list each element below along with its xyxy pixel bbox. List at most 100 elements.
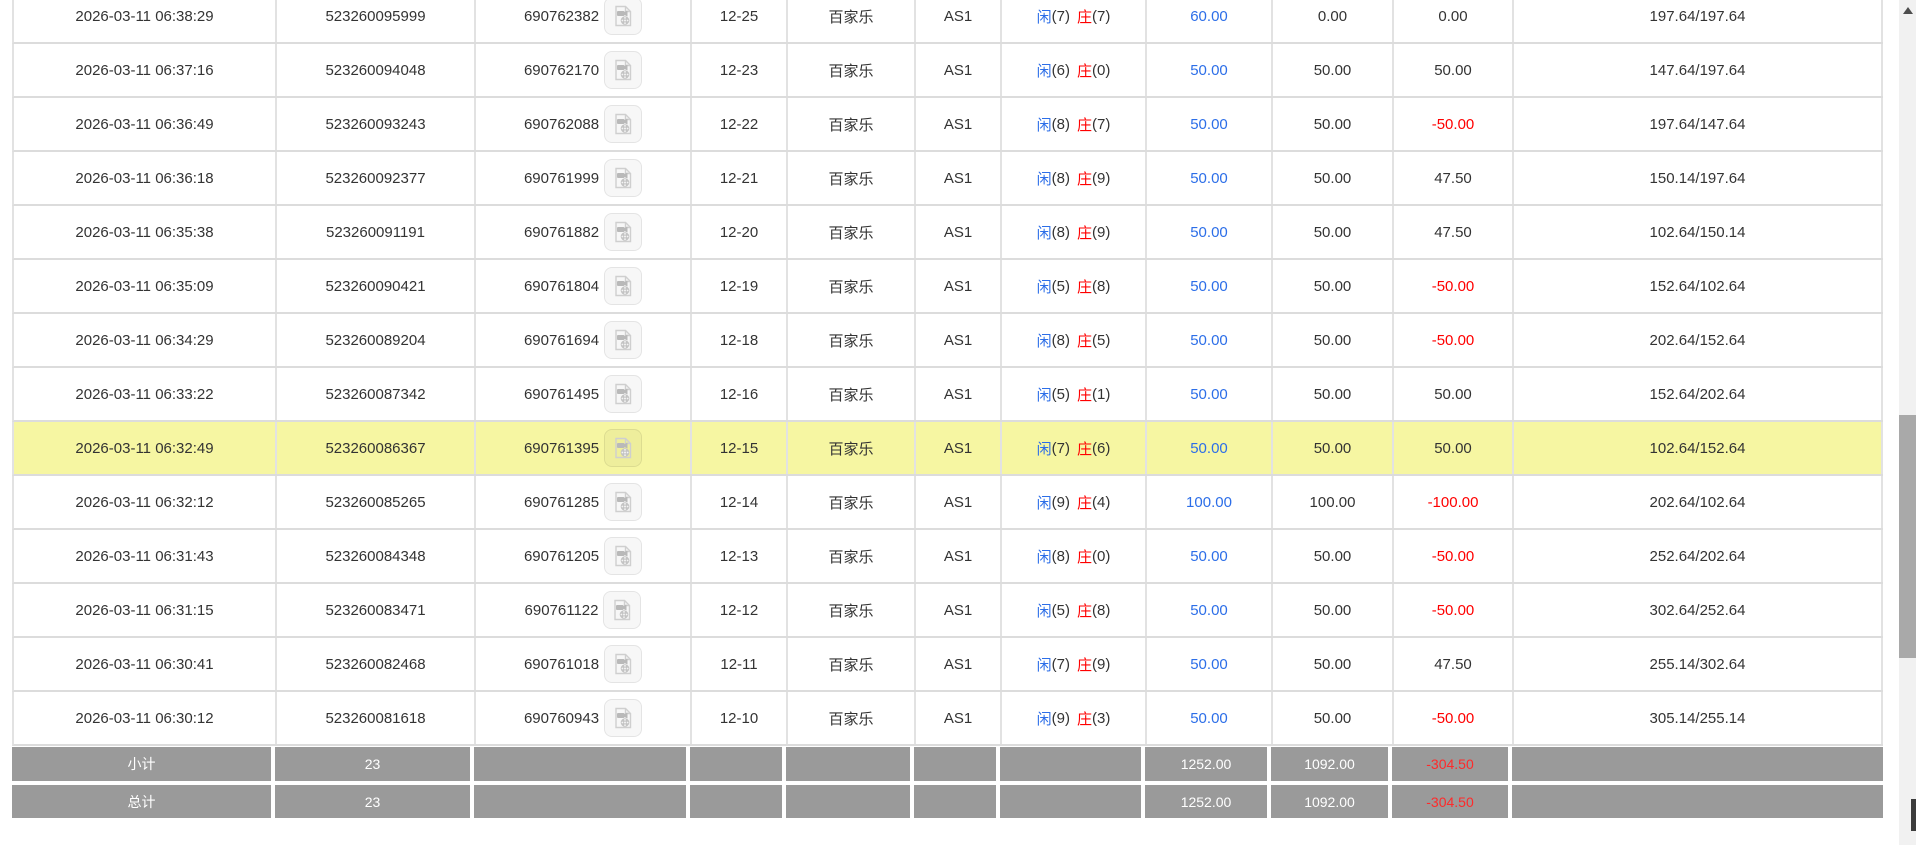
table-row[interactable]: 2026-03-11 06:30:12 523260081618 6907609… xyxy=(12,692,1883,746)
cell-bet-id: 523260087342 xyxy=(277,368,476,420)
cell-win-loss: 47.50 xyxy=(1394,152,1514,204)
table-row[interactable]: 2026-03-11 06:33:22 523260087342 6907614… xyxy=(12,368,1883,422)
player-label: 闲 xyxy=(1037,546,1052,567)
video-replay-button[interactable] xyxy=(604,51,642,89)
cell-game-name: 百家乐 xyxy=(788,44,916,96)
cell-bet-amount: 50.00 xyxy=(1147,638,1273,690)
table-row[interactable]: 2026-03-11 06:32:12 523260085265 6907612… xyxy=(12,476,1883,530)
player-score: (9) xyxy=(1052,494,1070,511)
round-id-text: 690761018 xyxy=(524,656,599,673)
scrollbar-thumb[interactable] xyxy=(1899,415,1916,658)
vertical-scrollbar[interactable] xyxy=(1899,0,1916,845)
player-score: (6) xyxy=(1052,62,1070,79)
cell-bet-time: 2026-03-11 06:34:29 xyxy=(14,314,277,366)
total-valid-amount: 1092.00 xyxy=(1271,785,1392,818)
player-score: (8) xyxy=(1052,116,1070,133)
player-label: 闲 xyxy=(1037,60,1052,81)
cell-balance: 305.14/255.14 xyxy=(1514,692,1883,744)
table-row[interactable]: 2026-03-11 06:35:09 523260090421 6907618… xyxy=(12,260,1883,314)
cell-round-number: 12-23 xyxy=(692,44,788,96)
player-label: 闲 xyxy=(1037,492,1052,513)
video-replay-button[interactable] xyxy=(604,321,642,359)
scrollbar-up-arrow-icon[interactable] xyxy=(1903,7,1913,14)
player-label: 闲 xyxy=(1037,384,1052,405)
table-row[interactable]: 2026-03-11 06:38:29 523260095999 6907623… xyxy=(12,0,1883,44)
cell-round-number: 12-25 xyxy=(692,0,788,42)
video-replay-button[interactable] xyxy=(604,375,642,413)
player-label: 闲 xyxy=(1037,438,1052,459)
cell-balance: 102.64/152.64 xyxy=(1514,422,1883,474)
round-id-text: 690761804 xyxy=(524,278,599,295)
player-label: 闲 xyxy=(1037,6,1052,27)
subtotal-empty xyxy=(474,747,690,781)
table-row[interactable]: 2026-03-11 06:37:16 523260094048 6907621… xyxy=(12,44,1883,98)
cell-round-number: 12-21 xyxy=(692,152,788,204)
table-row[interactable]: 2026-03-11 06:32:49 523260086367 6907613… xyxy=(12,422,1883,476)
cell-win-loss: 47.50 xyxy=(1394,206,1514,258)
cell-bet-amount: 50.00 xyxy=(1147,152,1273,204)
banker-label: 庄 xyxy=(1077,708,1092,729)
cell-bet-amount: 50.00 xyxy=(1147,98,1273,150)
table-row[interactable]: 2026-03-11 06:31:15 523260083471 6907611… xyxy=(12,584,1883,638)
video-replay-button[interactable] xyxy=(604,159,642,197)
table-row[interactable]: 2026-03-11 06:36:49 523260093243 6907620… xyxy=(12,98,1883,152)
video-replay-button[interactable] xyxy=(604,537,642,575)
cell-round-id: 690761205 xyxy=(476,530,692,582)
cell-bet-time: 2026-03-11 06:31:15 xyxy=(14,584,277,636)
banker-label: 庄 xyxy=(1077,276,1092,297)
player-score: (7) xyxy=(1052,440,1070,457)
banker-label: 庄 xyxy=(1077,222,1092,243)
video-replay-button[interactable] xyxy=(604,105,642,143)
cell-balance: 252.64/202.64 xyxy=(1514,530,1883,582)
player-score: (9) xyxy=(1052,710,1070,727)
video-replay-button[interactable] xyxy=(604,213,642,251)
cell-round-id: 690761882 xyxy=(476,206,692,258)
total-bet-amount: 1252.00 xyxy=(1145,785,1271,818)
table-row[interactable]: 2026-03-11 06:30:41 523260082468 6907610… xyxy=(12,638,1883,692)
round-id-text: 690760943 xyxy=(524,710,599,727)
total-empty xyxy=(690,785,786,818)
cell-game-result: 闲(8)庄(9) xyxy=(1002,152,1147,204)
video-replay-button[interactable] xyxy=(603,591,641,629)
video-replay-button[interactable] xyxy=(604,645,642,683)
cell-round-id: 690760943 xyxy=(476,692,692,744)
cell-game-result: 闲(8)庄(0) xyxy=(1002,530,1147,582)
table-row[interactable]: 2026-03-11 06:36:18 523260092377 6907619… xyxy=(12,152,1883,206)
cell-round-id: 690761999 xyxy=(476,152,692,204)
cell-bet-id: 523260082468 xyxy=(277,638,476,690)
round-id-text: 690761694 xyxy=(524,332,599,349)
cell-game-name: 百家乐 xyxy=(788,152,916,204)
table-row[interactable]: 2026-03-11 06:35:38 523260091191 6907618… xyxy=(12,206,1883,260)
cell-game-name: 百家乐 xyxy=(788,476,916,528)
cell-bet-amount: 50.00 xyxy=(1147,44,1273,96)
cell-game-result: 闲(8)庄(7) xyxy=(1002,98,1147,150)
outer-scrollbar-fragment[interactable] xyxy=(1911,799,1916,831)
player-label: 闲 xyxy=(1037,222,1052,243)
total-empty xyxy=(914,785,1000,818)
video-replay-button[interactable] xyxy=(604,483,642,521)
cell-bet-time: 2026-03-11 06:36:49 xyxy=(14,98,277,150)
cell-round-number: 12-11 xyxy=(692,638,788,690)
video-camera-icon xyxy=(611,490,635,514)
cell-win-loss: -50.00 xyxy=(1394,584,1514,636)
cell-round-id: 690761122 xyxy=(476,584,692,636)
cell-game-result: 闲(5)庄(8) xyxy=(1002,584,1147,636)
video-replay-button[interactable] xyxy=(604,429,642,467)
cell-game-result: 闲(7)庄(9) xyxy=(1002,638,1147,690)
player-score: (8) xyxy=(1052,548,1070,565)
table-row[interactable]: 2026-03-11 06:31:43 523260084348 6907612… xyxy=(12,530,1883,584)
cell-bet-amount: 50.00 xyxy=(1147,422,1273,474)
cell-bet-id: 523260094048 xyxy=(277,44,476,96)
table-row[interactable]: 2026-03-11 06:34:29 523260089204 6907616… xyxy=(12,314,1883,368)
cell-game-name: 百家乐 xyxy=(788,314,916,366)
video-replay-button[interactable] xyxy=(604,267,642,305)
video-camera-icon xyxy=(611,58,635,82)
cell-balance: 150.14/197.64 xyxy=(1514,152,1883,204)
subtotal-empty xyxy=(1000,747,1145,781)
cell-bet-amount: 100.00 xyxy=(1147,476,1273,528)
video-replay-button[interactable] xyxy=(604,0,642,35)
video-replay-button[interactable] xyxy=(604,699,642,737)
cell-balance: 197.64/147.64 xyxy=(1514,98,1883,150)
cell-round-id: 690761804 xyxy=(476,260,692,312)
video-camera-icon xyxy=(611,328,635,352)
